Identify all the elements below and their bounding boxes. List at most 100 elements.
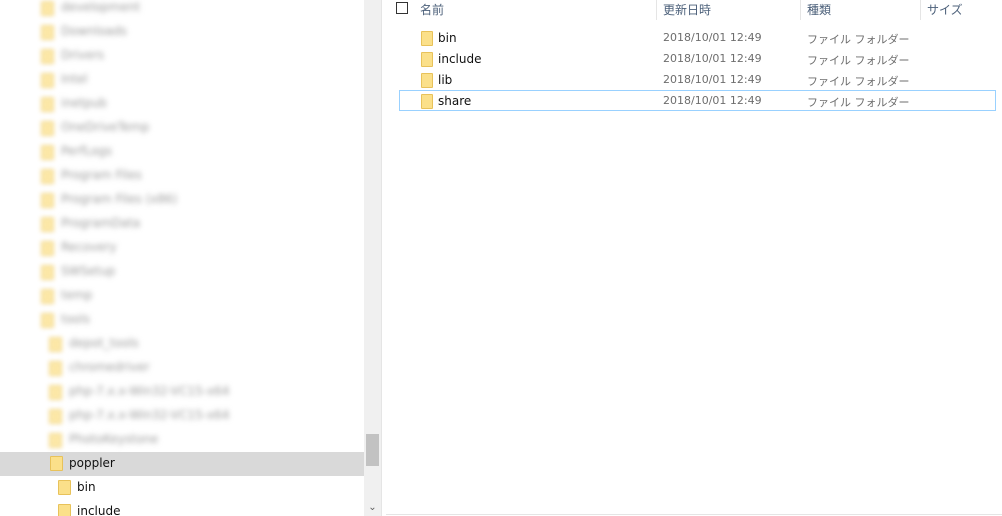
nav-tree-item[interactable]: temp — [0, 284, 364, 308]
column-divider[interactable] — [800, 0, 801, 20]
file-row-include[interactable]: include 2018/10/01 12:49 ファイル フォルダー — [399, 48, 996, 69]
nav-tree-item[interactable]: Drivers — [0, 44, 364, 68]
nav-tree-item-label: Recovery — [61, 240, 117, 254]
nav-tree-item-label: php-7.x.x-Win32-VC15-x64 — [69, 384, 230, 398]
file-row-share[interactable]: share 2018/10/01 12:49 ファイル フォルダー — [399, 90, 996, 111]
file-explorer-window: development Downloads Drivers Intel inetpub O… — [0, 0, 1002, 516]
nav-tree-item[interactable]: Program Files (x86) — [0, 188, 364, 212]
nav-tree-item-label: depot_tools — [69, 336, 139, 350]
folder-icon — [50, 456, 63, 471]
nav-tree-item[interactable]: development — [0, 0, 364, 20]
nav-tree-item-label: Drivers — [61, 48, 105, 62]
nav-tree-item-label: Intel — [61, 72, 88, 86]
folder-icon — [421, 52, 433, 67]
nav-tree-item[interactable]: Program Files — [0, 164, 364, 188]
folder-icon — [421, 31, 433, 46]
file-name: include — [438, 52, 482, 66]
nav-tree-item-label: inetpub — [61, 96, 107, 110]
nav-tree-item[interactable]: php-7.x.x-Win32-VC15-x64 — [0, 380, 364, 404]
nav-tree-item-label: temp — [61, 288, 93, 302]
nav-tree-item[interactable]: OneDriveTemp — [0, 116, 364, 140]
column-date-header[interactable]: 更新日時 — [663, 1, 711, 18]
file-modified-date: 2018/10/01 12:49 — [663, 52, 762, 65]
folder-icon — [41, 73, 54, 88]
file-type: ファイル フォルダー — [807, 33, 910, 46]
column-header: 名前 更新日時 種類 サイズ — [386, 0, 1002, 20]
scrollbar-thumb[interactable] — [366, 434, 379, 466]
folder-icon — [41, 289, 54, 304]
nav-tree-item-label: Program Files (x86) — [61, 192, 178, 206]
nav-tree-item[interactable]: inetpub — [0, 92, 364, 116]
nav-tree-item-include[interactable]: include — [0, 500, 364, 516]
navigation-pane: development Downloads Drivers Intel inetpub O… — [0, 0, 364, 516]
file-name: share — [438, 94, 472, 108]
nav-tree-item[interactable]: ProgramData — [0, 212, 364, 236]
folder-icon — [58, 504, 71, 516]
nav-tree-item[interactable]: SWSetup — [0, 260, 364, 284]
column-type-header[interactable]: 種類 — [807, 1, 831, 18]
file-type: ファイル フォルダー — [807, 54, 910, 67]
folder-icon — [41, 313, 54, 328]
nav-tree-item-bin[interactable]: bin — [0, 476, 364, 500]
folder-icon — [41, 193, 54, 208]
folder-icon — [421, 94, 433, 109]
nav-tree-item[interactable]: PhotoKeystone — [0, 428, 364, 452]
folder-icon — [49, 433, 62, 448]
nav-tree-item-label: chromedriver — [69, 360, 150, 374]
folder-icon — [41, 169, 54, 184]
nav-tree-item-label: bin — [77, 480, 96, 494]
nav-tree-item-label: PerfLogs — [61, 144, 113, 158]
file-row-lib[interactable]: lib 2018/10/01 12:49 ファイル フォルダー — [399, 69, 996, 90]
nav-tree-item-label: php-7.x.x-Win32-VC15-x64 — [69, 408, 230, 422]
folder-icon — [41, 241, 54, 256]
nav-tree-item-label: PhotoKeystone — [69, 432, 159, 446]
nav-tree-item-label: SWSetup — [61, 264, 116, 278]
nav-tree-item-label: OneDriveTemp — [61, 120, 150, 134]
nav-tree-item[interactable]: Downloads — [0, 20, 364, 44]
nav-tree-item[interactable]: Recovery — [0, 236, 364, 260]
folder-icon — [41, 1, 54, 16]
nav-tree-item-label: poppler — [69, 456, 115, 470]
select-all-checkbox-icon[interactable] — [396, 2, 408, 14]
folder-icon — [49, 337, 62, 352]
folder-icon — [421, 73, 433, 88]
column-size-header[interactable]: サイズ — [927, 1, 963, 18]
nav-tree-item[interactable]: tools — [0, 308, 364, 332]
folder-icon — [49, 385, 62, 400]
nav-tree-item[interactable]: chromedriver — [0, 356, 364, 380]
chevron-down-icon[interactable]: ⌄ — [364, 499, 381, 516]
file-modified-date: 2018/10/01 12:49 — [663, 73, 762, 86]
folder-icon — [49, 361, 62, 376]
folder-icon — [49, 409, 62, 424]
nav-tree-item-label: development — [61, 0, 141, 14]
folder-icon — [58, 480, 71, 495]
file-type: ファイル フォルダー — [807, 75, 910, 88]
folder-icon — [41, 97, 54, 112]
nav-tree-item-label: Program Files — [61, 168, 142, 182]
folder-icon — [41, 145, 54, 160]
folder-icon — [41, 217, 54, 232]
folder-icon — [41, 25, 54, 40]
folder-icon — [41, 49, 54, 64]
file-row-bin[interactable]: bin 2018/10/01 12:49 ファイル フォルダー — [399, 27, 996, 48]
navigation-scrollbar[interactable]: ⌄ — [364, 0, 381, 516]
file-modified-date: 2018/10/01 12:49 — [663, 94, 762, 107]
file-name: bin — [438, 31, 457, 45]
nav-tree-item[interactable]: depot_tools — [0, 332, 364, 356]
file-modified-date: 2018/10/01 12:49 — [663, 31, 762, 44]
column-divider[interactable] — [656, 0, 657, 20]
nav-tree-item-poppler[interactable]: poppler — [0, 452, 364, 476]
file-type: ファイル フォルダー — [807, 96, 910, 109]
divider — [386, 514, 1002, 515]
nav-tree-item-label: ProgramData — [61, 216, 141, 230]
column-divider[interactable] — [920, 0, 921, 20]
nav-tree-item[interactable]: Intel — [0, 68, 364, 92]
nav-tree-item[interactable]: PerfLogs — [0, 140, 364, 164]
file-list-pane: 名前 更新日時 種類 サイズ bin 2018/10/01 12:49 ファイル フ… — [386, 0, 1002, 516]
folder-icon — [41, 121, 54, 136]
nav-tree-item-label: tools — [61, 312, 90, 326]
nav-tree-item-label: Downloads — [61, 24, 127, 38]
folder-icon — [41, 265, 54, 280]
column-name-header[interactable]: 名前 — [420, 1, 444, 18]
nav-tree-item[interactable]: php-7.x.x-Win32-VC15-x64 — [0, 404, 364, 428]
